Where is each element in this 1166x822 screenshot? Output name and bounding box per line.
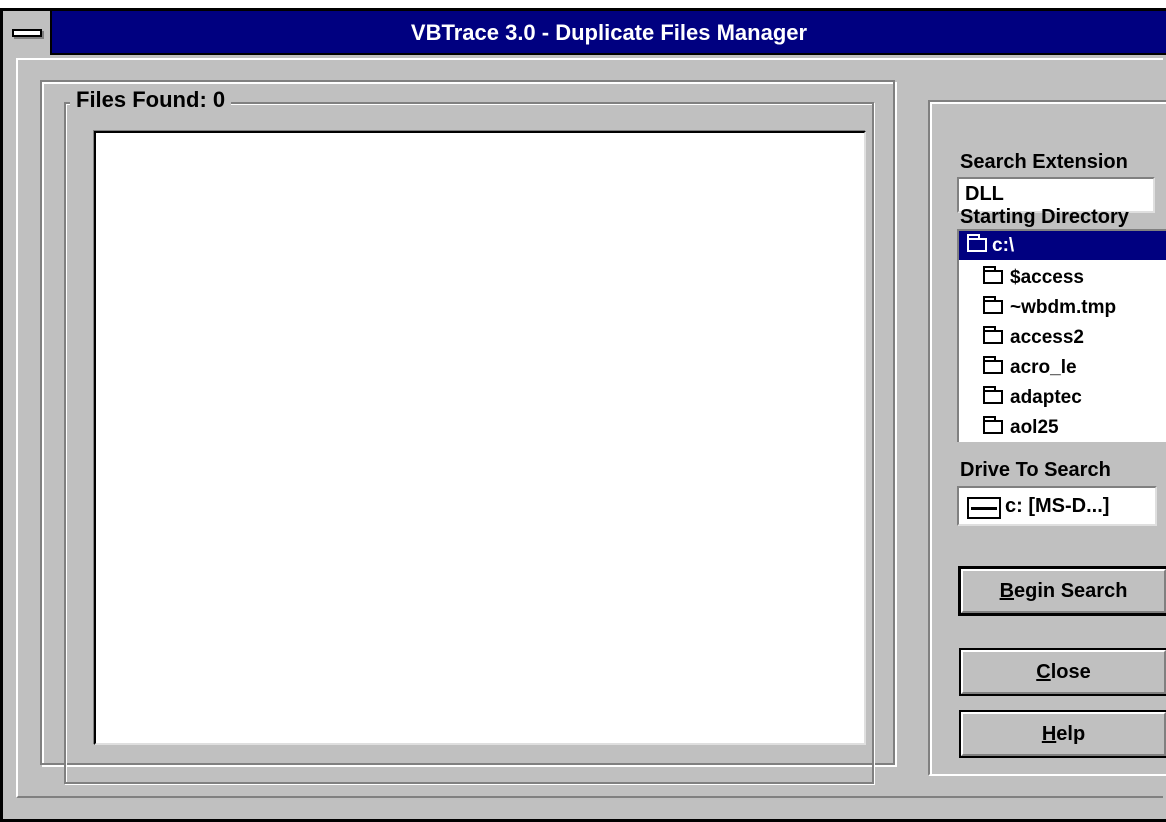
directory-item-label: acro_le: [1010, 357, 1077, 378]
help-button[interactable]: Help: [959, 710, 1166, 758]
files-found-label: Files Found: 0: [70, 86, 232, 114]
directory-item-label: $access: [1010, 267, 1084, 288]
help-label: elp: [1056, 723, 1086, 745]
folder-icon: [983, 266, 1003, 284]
directory-item-c-root[interactable]: c:\: [959, 231, 1166, 260]
search-extension-label: Search Extension: [960, 151, 1128, 173]
system-menu-icon: [12, 29, 42, 37]
directory-item-wbdm[interactable]: ~wbdm.tmp: [959, 293, 1166, 322]
drive-to-search-label: Drive To Search: [960, 459, 1111, 481]
directory-item-label: c:\: [992, 235, 1015, 256]
begin-search-mnemonic: B: [999, 580, 1015, 602]
directory-item-label: adaptec: [1010, 387, 1082, 408]
directory-item-label: access2: [1010, 327, 1084, 348]
folder-icon: [983, 386, 1003, 404]
directory-item-access2[interactable]: access2: [959, 323, 1166, 352]
help-mnemonic: H: [1041, 723, 1057, 745]
folder-icon: [983, 296, 1003, 314]
drive-icon: [967, 497, 1001, 519]
folder-icon: [983, 356, 1003, 374]
drive-select-value: c: [MS-D...]: [1005, 495, 1110, 517]
close-mnemonic: C: [1036, 661, 1051, 683]
files-found-list[interactable]: [94, 131, 866, 745]
folder-icon: [983, 326, 1003, 344]
search-extension-value: DLL: [965, 183, 1004, 205]
background-strip: [0, 0, 1166, 8]
directory-item-label: aol25: [1010, 417, 1059, 438]
close-label: lose: [1050, 661, 1091, 683]
directory-item-aol25[interactable]: aol25: [959, 413, 1166, 442]
directory-item-acro-le[interactable]: acro_le: [959, 353, 1166, 382]
begin-search-button[interactable]: Begin Search: [958, 566, 1166, 616]
open-folder-icon: [967, 234, 987, 252]
window-title: VBTrace 3.0 - Duplicate Files Manager: [410, 20, 808, 45]
close-button[interactable]: Close: [959, 648, 1166, 696]
system-menu-button[interactable]: [3, 11, 52, 55]
directory-item-adaptec[interactable]: adaptec: [959, 383, 1166, 412]
title-bar[interactable]: VBTrace 3.0 - Duplicate Files Manager: [3, 11, 1166, 55]
starting-directory-label: Starting Directory: [960, 206, 1129, 228]
starting-directory-list[interactable]: c:\ $access ~wbdm.tmp access2 acro_le ad…: [957, 229, 1166, 442]
directory-item-access[interactable]: $access: [959, 263, 1166, 292]
directory-item-label: ~wbdm.tmp: [1010, 297, 1117, 318]
folder-icon: [983, 416, 1003, 434]
begin-search-label: egin Search: [1014, 580, 1128, 602]
